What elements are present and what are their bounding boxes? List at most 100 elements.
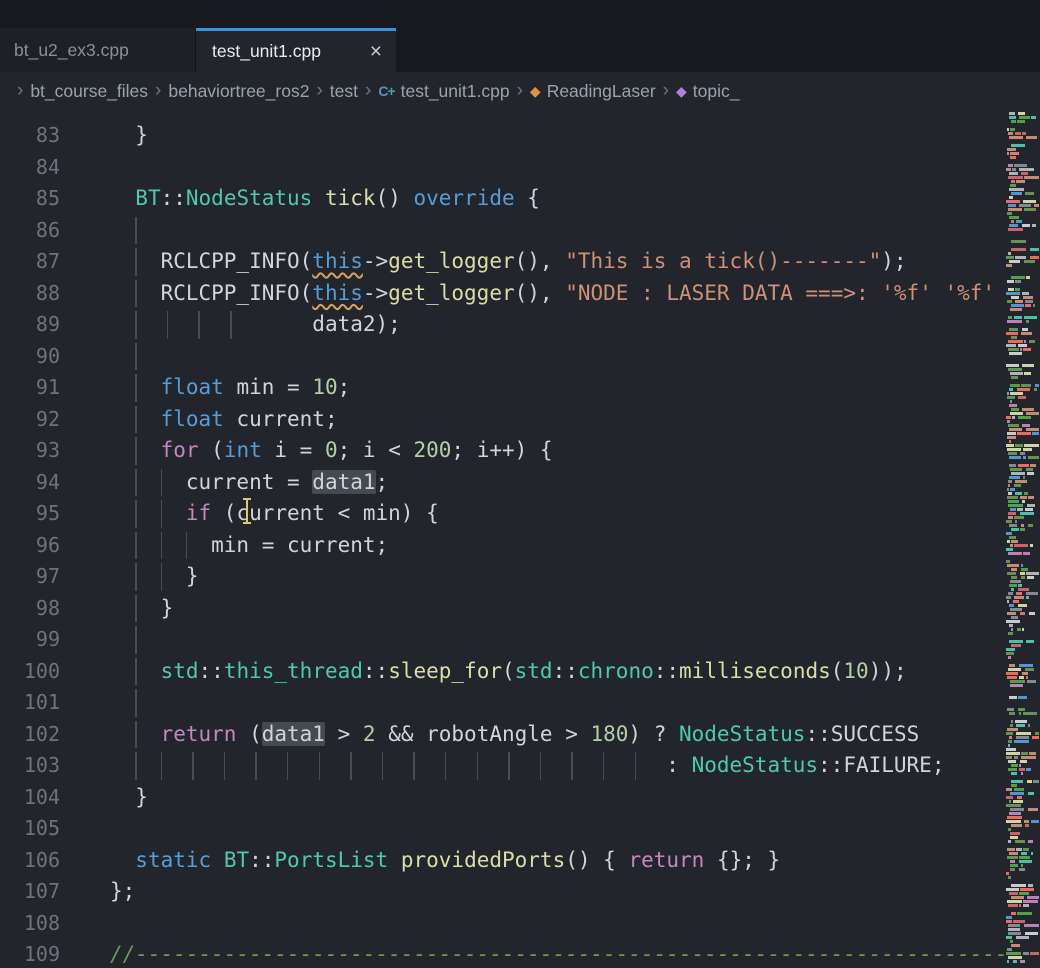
line-number[interactable]: 106 [0, 845, 60, 877]
code-line[interactable]: 106 static BT::PortsList providedPorts()… [0, 845, 1006, 877]
line-number[interactable]: 100 [0, 656, 60, 688]
code-line[interactable]: 95 if (current < min) { [0, 498, 1006, 530]
code-line-content: min = current; [110, 530, 388, 562]
code-line[interactable]: 103 : NodeStatus::FAILURE; [0, 750, 1006, 782]
code-line-content: std::this_thread::sleep_for(std::chrono:… [110, 656, 907, 688]
code-token: 10 [312, 375, 337, 399]
line-number[interactable]: 91 [0, 372, 60, 404]
indent-guide [413, 752, 415, 780]
breadcrumb-item-test[interactable]: test [330, 81, 358, 102]
line-number[interactable]: 108 [0, 908, 60, 940]
breadcrumb-item-topic[interactable]: ◆ topic_ [676, 81, 739, 102]
code-line[interactable]: 98 } [0, 593, 1006, 625]
breadcrumb-label: bt_course_files [30, 81, 148, 102]
code-token: ; [376, 470, 389, 494]
code-token: for [161, 438, 199, 462]
code-line-content: } [110, 782, 148, 814]
code-line[interactable]: 85 BT::NodeStatus tick() override { [0, 183, 1006, 215]
line-number[interactable]: 93 [0, 435, 60, 467]
code-line[interactable]: 101 [0, 687, 1006, 719]
code-token: i = [262, 438, 325, 462]
tab-test-unit1[interactable]: test_unit1.cpp × [196, 28, 396, 72]
line-number[interactable]: 102 [0, 719, 60, 751]
line-number[interactable]: 87 [0, 246, 60, 278]
indent-guide [135, 406, 137, 434]
code-line[interactable]: 94 current = data1; [0, 467, 1006, 499]
indent-guide [135, 626, 137, 654]
line-number[interactable]: 86 [0, 215, 60, 247]
code-line[interactable]: 102 return (data1 > 2 && robotAngle > 18… [0, 719, 1006, 751]
code-line[interactable]: 86 [0, 215, 1006, 247]
line-number[interactable]: 105 [0, 813, 60, 845]
code-line[interactable]: 107}; [0, 876, 1006, 908]
code-line-content: for (int i = 0; i < 200; i++) { [110, 435, 553, 467]
code-line[interactable]: 84 [0, 152, 1006, 184]
code-line-content: BT::NodeStatus tick() override { [110, 183, 540, 215]
tab-bt-u2-ex3[interactable]: bt_u2_ex3.cpp [0, 28, 196, 72]
line-number[interactable]: 109 [0, 939, 60, 968]
line-number[interactable]: 96 [0, 530, 60, 562]
breadcrumb-item-behaviortree-ros2[interactable]: behaviortree_ros2 [168, 81, 309, 102]
code-token: ; [338, 375, 351, 399]
code-line[interactable]: 105 [0, 813, 1006, 845]
breadcrumb-item-readinglaser[interactable]: ◆ ReadingLaser [530, 81, 656, 102]
line-number[interactable]: 95 [0, 498, 60, 530]
code-token [110, 312, 312, 336]
code-token: 180 [590, 722, 628, 746]
code-line[interactable]: 93 for (int i = 0; i < 200; i++) { [0, 435, 1006, 467]
line-number[interactable]: 94 [0, 467, 60, 499]
code-line[interactable]: 100 std::this_thread::sleep_for(std::chr… [0, 656, 1006, 688]
code-token: -> [363, 249, 388, 273]
line-number[interactable]: 89 [0, 309, 60, 341]
code-token: BT [224, 848, 249, 872]
line-number[interactable]: 84 [0, 152, 60, 184]
line-number[interactable]: 99 [0, 624, 60, 656]
indent-guide [135, 280, 137, 308]
minimap[interactable] [1006, 110, 1040, 968]
line-number[interactable]: 85 [0, 183, 60, 215]
code-line[interactable]: 92 float current; [0, 404, 1006, 436]
line-number[interactable]: 107 [0, 876, 60, 908]
line-number[interactable]: 83 [0, 120, 60, 152]
code-line[interactable]: 104 } [0, 782, 1006, 814]
line-number[interactable]: 98 [0, 593, 60, 625]
code-token: //--------------------------------------… [110, 942, 1006, 966]
code-line[interactable]: 87 RCLCPP_INFO(this->get_logger(), "This… [0, 246, 1006, 278]
code-token: } [110, 123, 148, 147]
code-line[interactable]: 108 [0, 908, 1006, 940]
line-number[interactable]: 104 [0, 782, 60, 814]
code-token: ); [881, 249, 906, 273]
code-token [211, 848, 224, 872]
line-number[interactable]: 90 [0, 341, 60, 373]
line-number[interactable]: 88 [0, 278, 60, 310]
breadcrumb-item-test-unit1-cpp[interactable]: C+ test_unit1.cpp [378, 81, 509, 102]
line-number[interactable]: 101 [0, 687, 60, 719]
code-line[interactable]: 96 min = current; [0, 530, 1006, 562]
indent-guide [161, 532, 163, 560]
code-token: :: [805, 722, 830, 746]
code-token: BT [135, 186, 160, 210]
code-line[interactable]: 90 [0, 341, 1006, 373]
code-line[interactable]: 88 RCLCPP_INFO(this->get_logger(), "NODE… [0, 278, 1006, 310]
code-token: this [312, 281, 363, 305]
code-line[interactable]: 99 [0, 624, 1006, 656]
close-icon[interactable]: × [370, 41, 382, 62]
code-token [388, 848, 401, 872]
breadcrumb-item-bt-course-files[interactable]: bt_course_files [30, 81, 148, 102]
line-number[interactable]: 92 [0, 404, 60, 436]
code-line[interactable]: 89 data2); [0, 309, 1006, 341]
tab-bar: bt_u2_ex3.cpp test_unit1.cpp × [0, 0, 1040, 72]
line-number[interactable]: 97 [0, 561, 60, 593]
code-line[interactable]: 83 } [0, 120, 1006, 152]
code-pane[interactable]: 83 }8485 BT::NodeStatus tick() override … [0, 110, 1006, 968]
code-token: ; i++) { [451, 438, 552, 462]
code-line[interactable]: 109 //-----------------------------------… [0, 939, 1006, 968]
code-line[interactable]: 97 } [0, 561, 1006, 593]
code-token: () [376, 186, 414, 210]
mouse-ibeam-cursor [240, 497, 254, 525]
indent-guide [161, 752, 163, 780]
code-line[interactable]: 91 float min = 10; [0, 372, 1006, 404]
code-token: }; [110, 879, 135, 903]
code-token: { [515, 186, 540, 210]
line-number[interactable]: 103 [0, 750, 60, 782]
